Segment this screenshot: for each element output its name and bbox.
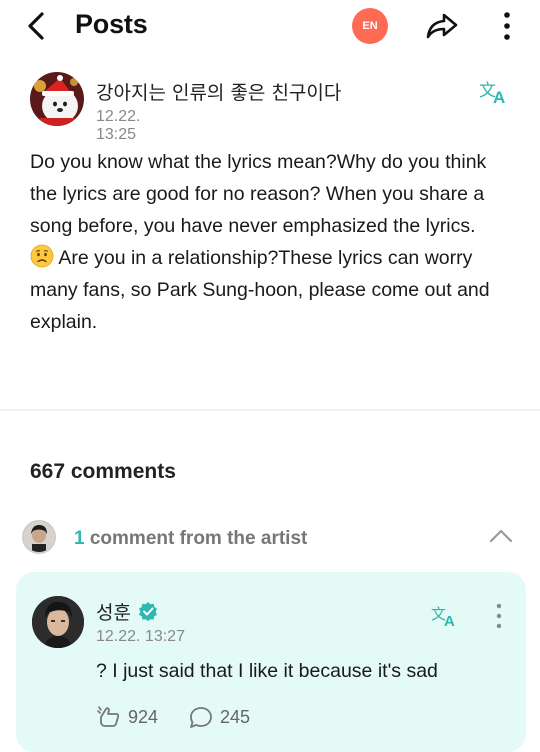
- comment-bubble-icon: [190, 707, 212, 728]
- top-bar: Posts EN: [0, 0, 540, 52]
- section-divider: [0, 409, 540, 411]
- post-author-avatar[interactable]: [30, 72, 84, 126]
- reply-count: 245: [220, 706, 251, 727]
- artist-comment-count: 1: [74, 528, 85, 549]
- cheer-icon: [97, 706, 120, 727]
- artist-small-avatar: [22, 520, 56, 554]
- post-author-name[interactable]: 강아지는 인류의 좋은 친구이다: [96, 78, 341, 105]
- language-badge[interactable]: EN: [352, 8, 388, 44]
- back-arrow-icon[interactable]: [22, 8, 50, 44]
- translate-icon[interactable]: 文 A: [430, 602, 462, 628]
- worried-face-emoji-icon: [30, 244, 54, 268]
- artist-comment-body: ? I just said that I like it because it'…: [96, 660, 438, 682]
- like-count: 924: [128, 706, 159, 727]
- artist-avatar[interactable]: [32, 596, 84, 648]
- artist-comment-timestamp: 12.22. 13:27: [96, 628, 185, 645]
- post-body: Do you know what the lyrics mean?Why do …: [30, 146, 500, 338]
- artist-name[interactable]: 성훈: [96, 598, 131, 625]
- artist-comment-card: 성훈 12.22. 13:27 文 A ? I just said that I…: [16, 572, 526, 752]
- artist-comment-label: 1 comment from the artist: [74, 528, 307, 550]
- svg-text:A: A: [444, 613, 455, 628]
- verified-badge-icon: [139, 602, 157, 621]
- comments-count: 667 comments: [30, 460, 176, 483]
- translate-icon[interactable]: 文 A: [477, 76, 513, 106]
- chevron-up-icon[interactable]: [488, 526, 514, 546]
- share-icon[interactable]: [424, 10, 460, 42]
- language-badge-label: EN: [362, 20, 378, 32]
- post-body-text: Do you know what the lyrics mean?Why do …: [30, 151, 487, 237]
- artist-comment-text: comment from the artist: [89, 528, 308, 549]
- more-options-icon[interactable]: [498, 10, 516, 42]
- post-body-text-continued: Are you in a relationship?These lyrics c…: [30, 247, 490, 333]
- post-timestamp: 12.22. 13:25: [96, 108, 141, 143]
- artist-comment-toggle[interactable]: 1 comment from the artist: [22, 520, 522, 556]
- like-button[interactable]: 924: [96, 704, 158, 730]
- reply-button[interactable]: 245: [188, 704, 250, 730]
- page-title: Posts: [75, 9, 148, 39]
- comment-more-options-icon[interactable]: [492, 602, 506, 630]
- svg-text:A: A: [493, 88, 505, 106]
